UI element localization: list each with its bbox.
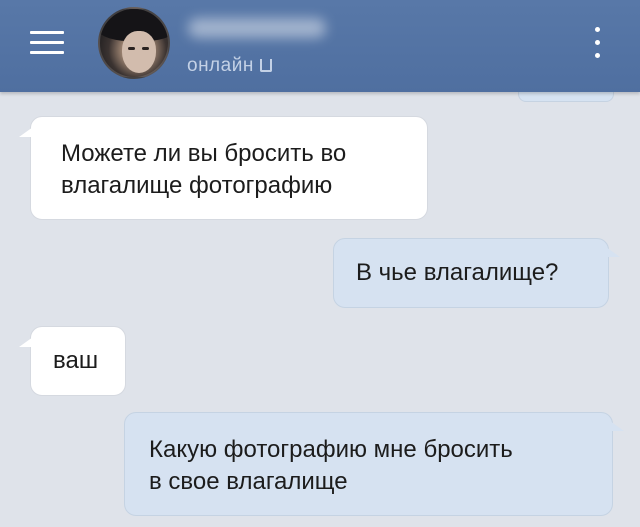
mobile-phone-icon — [259, 59, 272, 72]
message-bubble-incoming[interactable]: ваш — [19, 326, 126, 396]
message-text-line: в свое влагалище — [149, 468, 348, 495]
message-bubble-outgoing[interactable]: В чье влагалище? — [333, 238, 620, 308]
chat-header: онлайн — [0, 0, 640, 92]
avatar[interactable] — [98, 7, 170, 79]
message-text-line: В чье влагалище? — [356, 259, 559, 286]
vertical-dots-icon[interactable] — [592, 27, 602, 61]
message-text-line: ваш — [53, 347, 99, 374]
message-text-line: Можете ли вы бросить во — [61, 140, 347, 167]
message-text-line: влагалище фотографию — [61, 172, 333, 199]
hamburger-menu-icon[interactable] — [30, 31, 64, 55]
bubble-tail — [19, 337, 33, 347]
message-bubble-outgoing[interactable]: Какую фотографию мне бросить в свое влаг… — [124, 412, 624, 516]
online-status-label: онлайн — [187, 55, 254, 76]
bubble-tail — [19, 127, 33, 137]
bubble-tail — [606, 247, 620, 257]
message-text-line: Какую фотографию мне бросить — [149, 436, 513, 463]
message-bubble-incoming[interactable]: Можете ли вы бросить во влагалище фотогр… — [19, 116, 428, 220]
online-status: онлайн — [187, 55, 272, 77]
contact-name-blurred[interactable] — [188, 18, 326, 38]
bubble-tail — [610, 421, 624, 431]
